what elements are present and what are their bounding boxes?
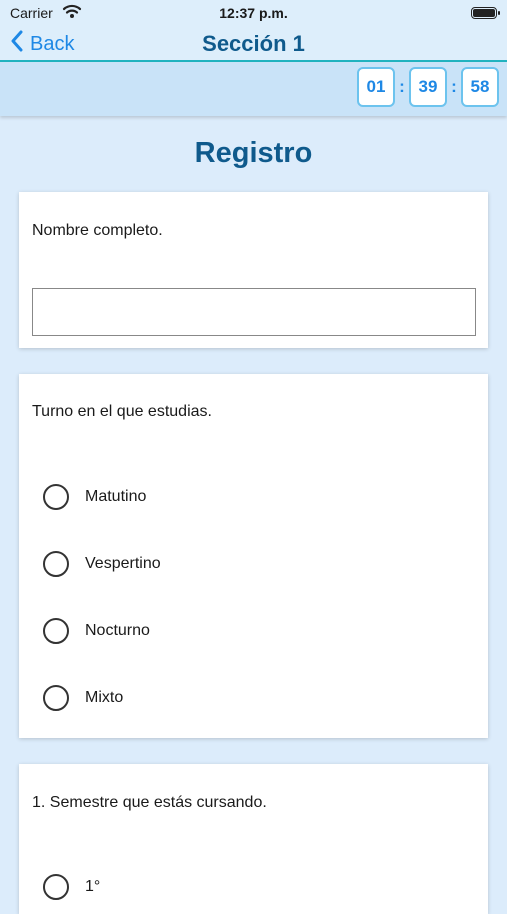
- nav-title: Sección 1: [202, 31, 305, 56]
- status-bar: Carrier 12:37 p.m.: [0, 0, 507, 28]
- option-label: Nocturno: [85, 622, 150, 639]
- radio-unselected-icon[interactable]: [43, 685, 69, 711]
- option-label: Vespertino: [85, 555, 161, 572]
- timer-separator: :: [451, 77, 457, 96]
- question-card-semester: 1. Semestre que estás cursando. 1°: [19, 764, 488, 914]
- timer-separator: :: [399, 77, 405, 96]
- question-text: Turno en el que estudias.: [32, 403, 212, 420]
- radio-unselected-icon[interactable]: [43, 874, 69, 900]
- question-text: 1. Semestre que estás cursando.: [32, 794, 267, 811]
- page-title: Registro: [194, 137, 313, 169]
- option-semester-1[interactable]: 1°: [43, 874, 100, 900]
- full-name-input[interactable]: [32, 288, 476, 336]
- timer-minutes: 39: [409, 67, 447, 107]
- option-vespertino[interactable]: Vespertino: [43, 551, 161, 577]
- timer-seconds: 58: [461, 67, 499, 107]
- option-label: Matutino: [85, 488, 147, 505]
- countdown-timer: 01 : 39 : 58: [357, 67, 499, 107]
- timer-hours: 01: [357, 67, 395, 107]
- timer-bar: 01 : 39 : 58: [0, 62, 507, 116]
- option-label: 1°: [85, 878, 101, 895]
- radio-unselected-icon[interactable]: [43, 484, 69, 510]
- option-nocturno[interactable]: Nocturno: [43, 618, 150, 644]
- question-card-name: Nombre completo.: [19, 192, 488, 348]
- question-card-shift: Turno en el que estudias. Matutino Vespe…: [19, 374, 488, 738]
- option-matutino[interactable]: Matutino: [43, 484, 146, 510]
- navigation-bar: Back Sección 1: [0, 28, 507, 62]
- radio-unselected-icon[interactable]: [43, 618, 69, 644]
- battery-icon: [471, 7, 500, 19]
- option-label: Mixto: [85, 689, 124, 706]
- status-time: 12:37 p.m.: [219, 5, 288, 21]
- question-text: Nombre completo.: [32, 222, 163, 239]
- radio-unselected-icon[interactable]: [43, 551, 69, 577]
- option-mixto[interactable]: Mixto: [43, 685, 123, 711]
